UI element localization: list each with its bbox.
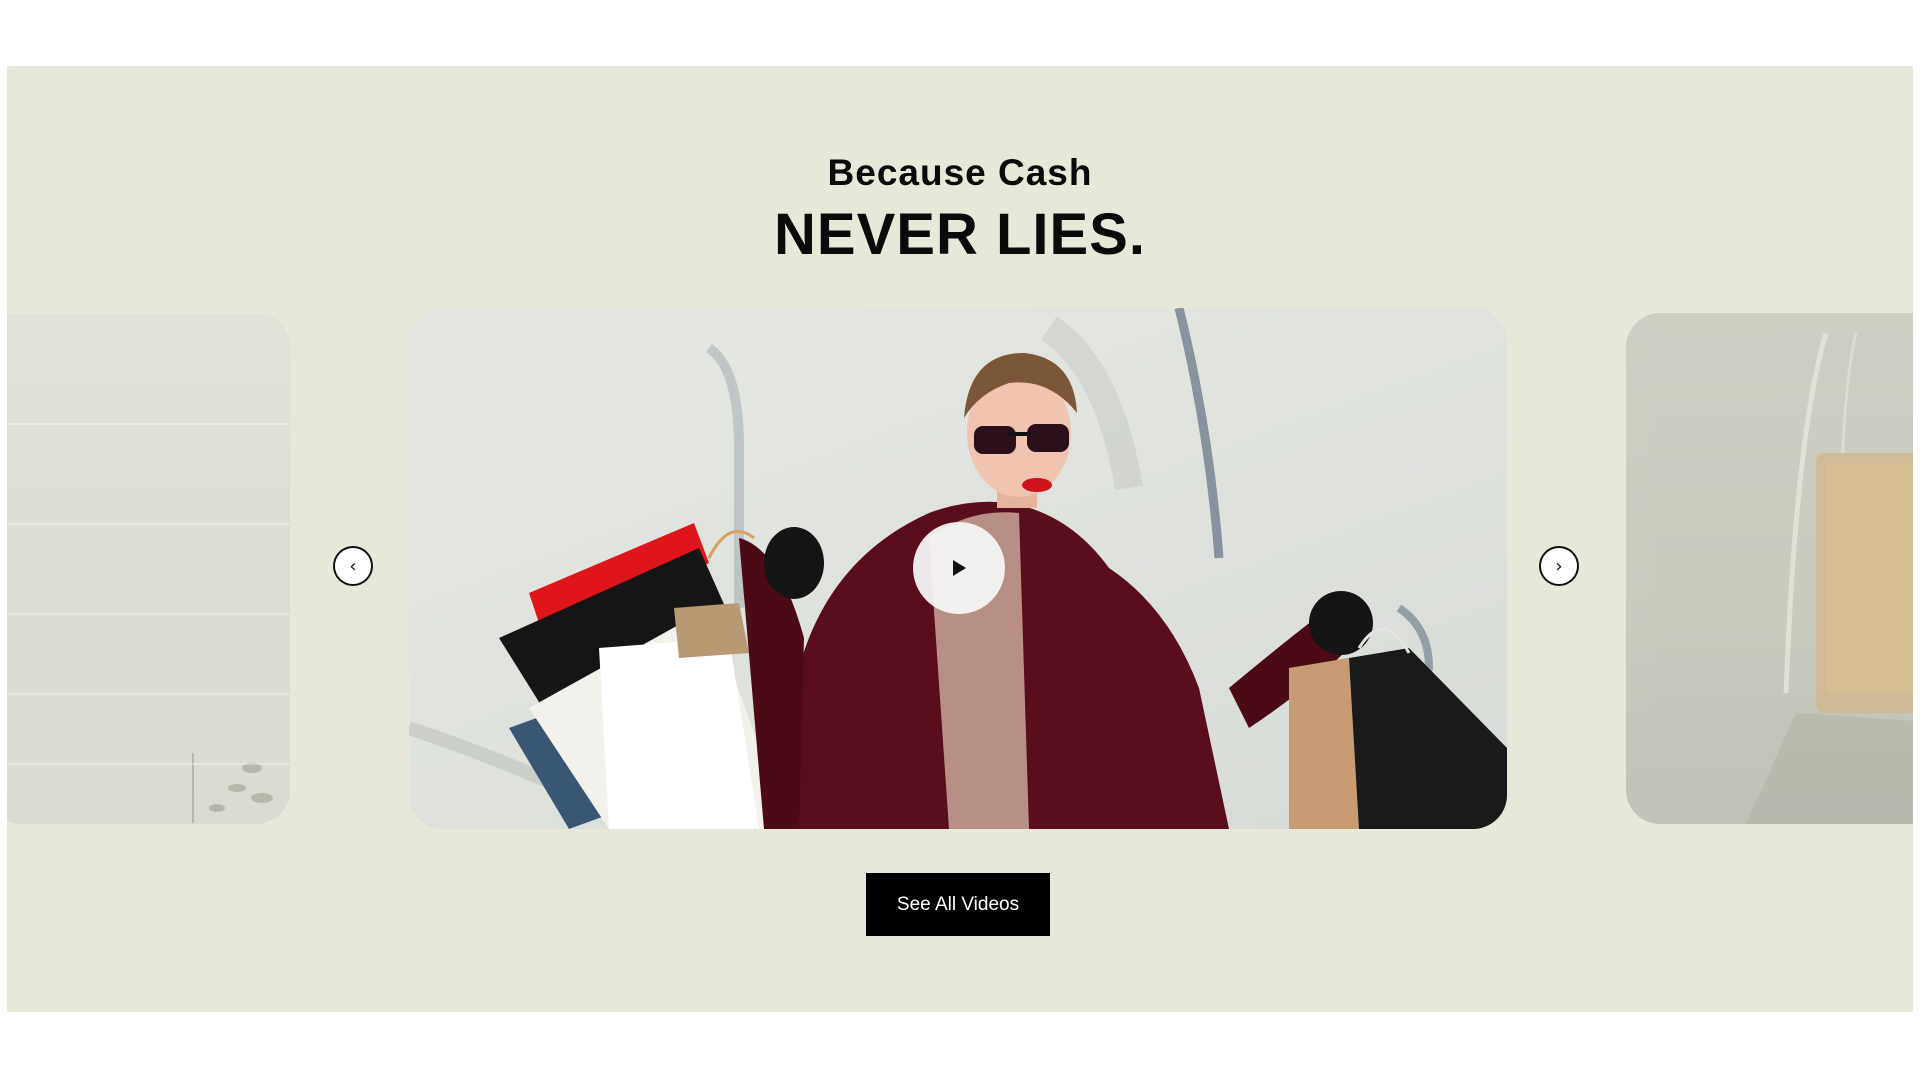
handbag-image (1746, 332, 1913, 824)
carousel-slide-next[interactable] (1626, 313, 1913, 824)
carousel-slide-previous[interactable] (7, 313, 290, 824)
carousel-prev-button[interactable]: ‹ (333, 546, 373, 586)
play-icon (953, 560, 966, 576)
plant-image (192, 753, 273, 823)
section-title: NEVER LIES. (774, 202, 1146, 267)
chevron-left-icon: ‹ (349, 556, 357, 577)
play-video-button[interactable] (913, 522, 1005, 614)
video-section: Because Cash NEVER LIES. ‹ › See All Vid… (7, 66, 1913, 1012)
carousel-next-button[interactable]: › (1539, 546, 1579, 586)
see-all-videos-button[interactable]: See All Videos (866, 873, 1050, 936)
chevron-right-icon: › (1555, 556, 1563, 577)
section-kicker: Because Cash (827, 152, 1093, 193)
